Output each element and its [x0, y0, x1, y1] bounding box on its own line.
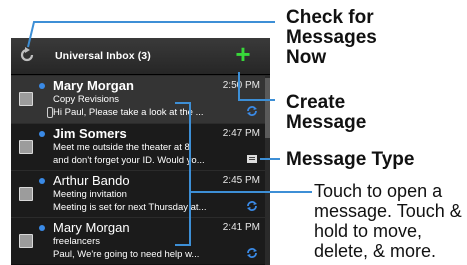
message-time: 2:50 PM: [222, 80, 260, 91]
callout-line: Message: [286, 112, 367, 133]
compose-button[interactable]: +: [231, 41, 255, 68]
sender-name: Mary Morgan: [53, 220, 130, 235]
row-checkbox[interactable]: [19, 187, 33, 201]
unread-dot: [39, 83, 45, 89]
message-subject: freelancers: [53, 236, 100, 247]
callout-create-message: Create Message: [286, 93, 366, 133]
message-time: 2:45 PM: [222, 175, 260, 186]
sender-name: Arthur Bando: [53, 173, 130, 188]
message-preview: and don't forget your ID. Would yo...: [53, 155, 205, 166]
scrollbar-thumb[interactable]: [265, 78, 270, 138]
message-time: 2:47 PM: [222, 128, 260, 139]
callout-line: Touch to open a: [314, 181, 443, 201]
refresh-icon[interactable]: [19, 47, 35, 63]
callout-line: Check for: [286, 7, 374, 28]
unread-dot: [39, 131, 45, 137]
callout-line: Now: [286, 47, 327, 68]
unread-dot: [39, 225, 45, 231]
row-checkbox[interactable]: [19, 92, 33, 106]
message-preview: Hi Paul, Please take a look at the ...: [53, 107, 204, 118]
callout-touch-help: Touch to open a message. Touch & hold to…: [314, 181, 462, 261]
message-subject: Copy Revisions: [53, 94, 119, 105]
callout-message-type: Message Type: [286, 149, 415, 170]
phone-screen: Universal Inbox (3) + Mary Morgan 2:50 P…: [11, 38, 270, 265]
message-row[interactable]: Mary Morgan 2:41 PM freelancers Paul, We…: [11, 217, 270, 264]
inbox-title: Universal Inbox (3): [55, 50, 151, 62]
callout-line: delete, & more.: [314, 241, 437, 261]
callout-line: Messages: [286, 27, 377, 48]
callout-line: Create: [286, 92, 346, 113]
sync-icon: [247, 248, 257, 258]
sync-icon: [247, 201, 257, 211]
message-row[interactable]: Jim Somers 2:47 PM Meet me outside the t…: [11, 123, 270, 170]
message-preview: Meeting is set for next Thursday at...: [53, 202, 207, 213]
sync-icon: [247, 106, 257, 116]
message-row[interactable]: Mary Morgan 2:50 PM Copy Revisions Hi Pa…: [11, 75, 270, 123]
callout-line: hold to move,: [314, 221, 423, 241]
unread-dot: [39, 178, 45, 184]
sender-name: Jim Somers: [53, 126, 127, 141]
message-type-icon: [247, 155, 257, 163]
message-row[interactable]: Arthur Bando 2:45 PM Meeting invitation …: [11, 170, 270, 217]
row-checkbox[interactable]: [19, 234, 33, 248]
callout-check-messages: Check for Messages Now: [286, 8, 377, 68]
message-list: Mary Morgan 2:50 PM Copy Revisions Hi Pa…: [11, 75, 270, 264]
sender-name: Mary Morgan: [53, 78, 134, 93]
inbox-header: Universal Inbox (3) +: [11, 38, 270, 75]
message-time: 2:41 PM: [222, 222, 260, 233]
message-subject: Meet me outside the theater at 8: [53, 142, 190, 153]
message-preview: Paul, We're going to need help w...: [53, 249, 200, 260]
message-subject: Meeting invitation: [53, 189, 127, 200]
row-checkbox[interactable]: [19, 140, 33, 154]
callout-line: message. Touch &: [314, 201, 462, 221]
